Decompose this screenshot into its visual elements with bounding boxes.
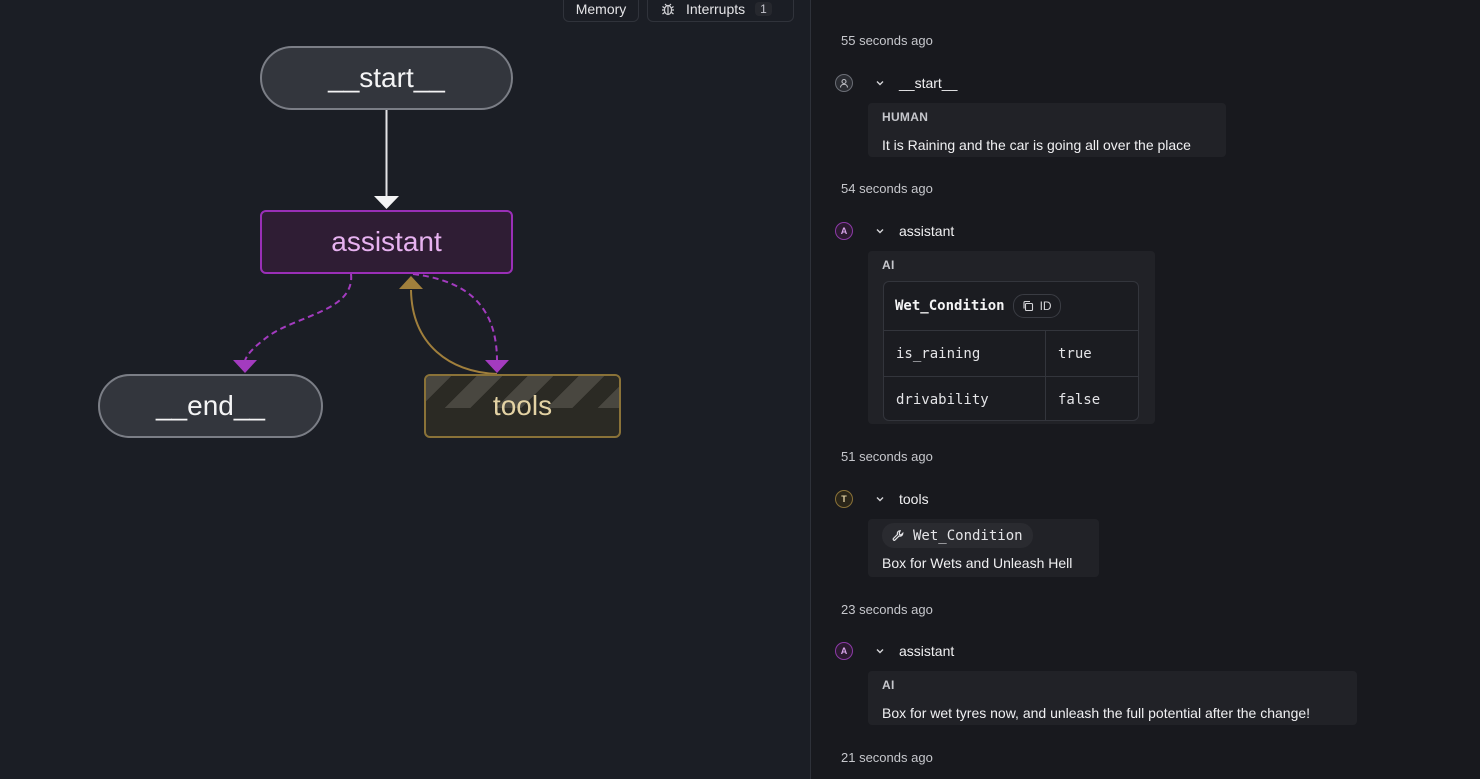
edge-tools-assistant-arrow	[399, 276, 423, 289]
message-role-label: AI	[882, 258, 895, 272]
timestamp: 21 seconds ago	[841, 750, 933, 765]
wrench-icon	[892, 530, 904, 541]
tool-arg-value: false	[1058, 391, 1101, 408]
run-node-name: tools	[899, 491, 929, 507]
tool-arg-key: drivability	[884, 377, 1046, 420]
thread-panel: 55 seconds ago __start__ HUMAN It is Rai…	[811, 0, 1480, 779]
edge-assistant-tools	[412, 273, 498, 362]
run-node-name: assistant	[899, 643, 955, 659]
copy-icon	[1023, 300, 1033, 312]
tool-name-chip: Wet_Condition	[882, 523, 1033, 548]
node-assistant-label: assistant	[331, 226, 442, 257]
run-header-assistant: A assistant	[835, 220, 954, 242]
chevron-down-icon[interactable]	[875, 494, 885, 504]
edge-start-assistant-arrow	[374, 196, 399, 209]
timestamp: 23 seconds ago	[841, 602, 933, 617]
message-card-human: HUMAN It is Raining and the car is going…	[868, 103, 1226, 157]
message-text: Box for wet tyres now, and unleash the f…	[882, 705, 1311, 721]
chevron-down-icon[interactable]	[875, 78, 885, 88]
edge-assistant-tools-arrow	[485, 360, 509, 373]
run-header-tools: T tools	[835, 488, 929, 510]
run-node-name: __start__	[899, 75, 958, 91]
tool-arg-row: is_raining true	[884, 331, 1138, 377]
run-header-assistant: A assistant	[835, 640, 954, 662]
chevron-down-icon[interactable]	[875, 646, 885, 656]
avatar	[835, 74, 853, 92]
message-card-tool-result: Wet_Condition Box for Wets and Unleash H…	[868, 519, 1099, 577]
tool-call-table: Wet_Condition ID is_raining true drivabi…	[883, 281, 1139, 421]
avatar: A	[835, 642, 853, 660]
tool-arg-row: drivability false	[884, 377, 1138, 420]
tool-call-name: Wet_Condition	[895, 298, 1005, 314]
copy-id-button[interactable]: ID	[1012, 294, 1061, 318]
chevron-down-icon[interactable]	[875, 226, 885, 236]
message-card-ai-tool-call: AI Wet_Condition ID is_raining true driv…	[868, 251, 1155, 424]
avatar: A	[835, 222, 853, 240]
message-role-label: HUMAN	[882, 110, 929, 124]
node-tools[interactable]: tools	[424, 374, 621, 438]
timestamp: 55 seconds ago	[841, 33, 933, 48]
message-role-label: AI	[882, 678, 895, 692]
timestamp: 54 seconds ago	[841, 181, 933, 196]
timestamp: 51 seconds ago	[841, 449, 933, 464]
message-card-ai: AI Box for wet tyres now, and unleash th…	[868, 671, 1357, 725]
tool-arg-value: true	[1058, 345, 1092, 362]
edge-tools-assistant	[410, 289, 498, 375]
message-text: Box for Wets and Unleash Hell	[882, 555, 1073, 571]
tool-arg-key: is_raining	[884, 331, 1046, 376]
node-end-label: __end__	[155, 390, 265, 421]
id-label: ID	[1039, 299, 1052, 313]
node-assistant[interactable]: assistant	[260, 210, 513, 274]
tool-name: Wet_Condition	[913, 527, 1023, 544]
node-start-label: __start__	[328, 62, 445, 93]
edge-assistant-end	[244, 273, 353, 362]
run-header-start: __start__	[835, 72, 957, 94]
node-tools-label: tools	[492, 390, 553, 421]
tool-call-header: Wet_Condition ID	[884, 282, 1138, 331]
edge-assistant-end-arrow	[233, 360, 257, 373]
run-node-name: assistant	[899, 223, 955, 239]
node-end[interactable]: __end__	[98, 374, 323, 438]
graph-canvas[interactable]: Memory Interrupts 1 __start__ assistant …	[0, 0, 810, 779]
avatar: T	[835, 490, 853, 508]
node-start[interactable]: __start__	[260, 46, 513, 110]
user-icon	[839, 78, 849, 88]
message-text: It is Raining and the car is going all o…	[882, 137, 1191, 153]
